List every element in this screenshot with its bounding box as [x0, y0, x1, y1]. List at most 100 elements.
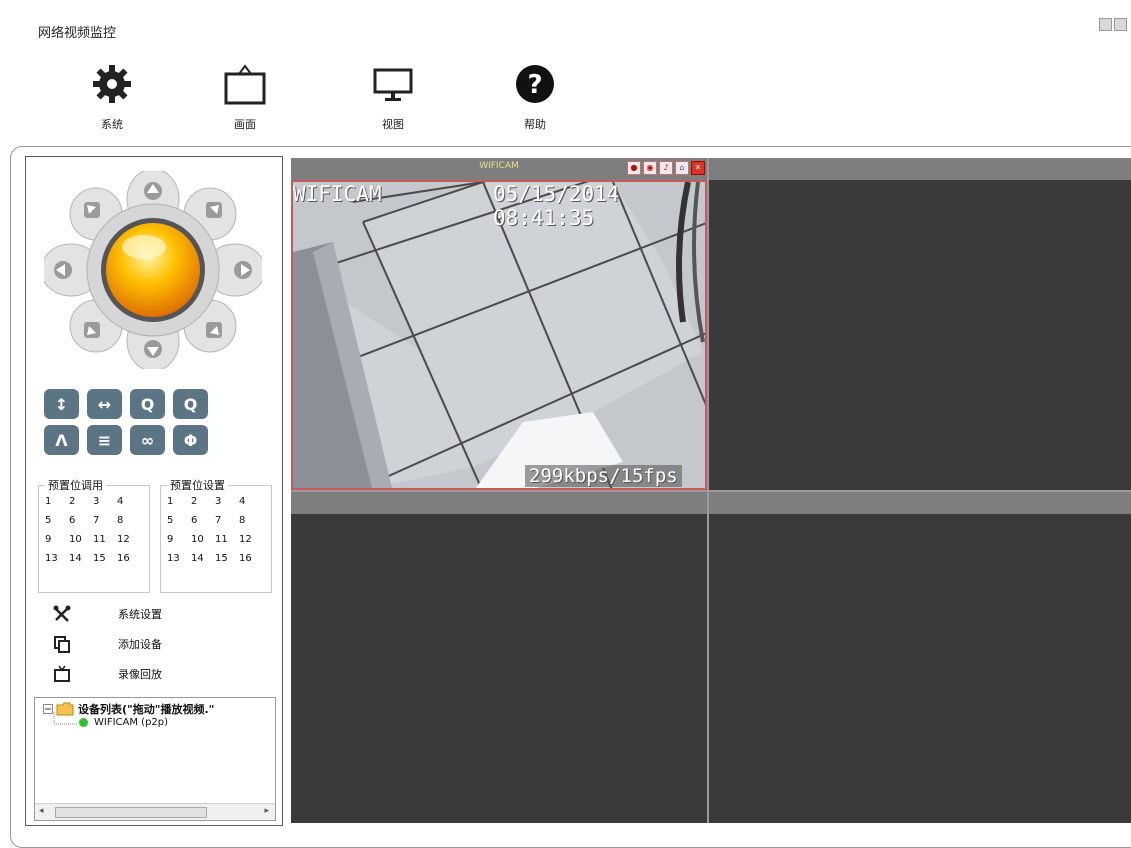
- preset-set-13[interactable]: 13: [167, 553, 191, 564]
- video-cell-4[interactable]: [709, 492, 1131, 823]
- preset-set-group: 预置位设置 1 2 3 4 5 6 7 8 9 10 11 12 13 14 1…: [160, 477, 272, 593]
- zoom-in-button[interactable]: Q: [173, 389, 208, 419]
- ptz-up-right-icon[interactable]: [206, 202, 222, 218]
- grid-divider-horizontal: [291, 490, 1131, 492]
- preset-set-5[interactable]: 5: [167, 515, 191, 526]
- device-tree-root-label: 设备列表("拖动"播放视频.": [78, 703, 215, 716]
- preset-set-3[interactable]: 3: [215, 496, 239, 507]
- focus-button[interactable]: Φ: [173, 425, 208, 455]
- flip-horizontal-button[interactable]: ↔: [87, 389, 122, 419]
- toolbar-system-button[interactable]: 系统: [72, 62, 152, 132]
- snapshot-icon[interactable]: ◉: [643, 161, 657, 175]
- window-title: 网络视频监控: [38, 26, 117, 41]
- video-cell-3[interactable]: [291, 492, 707, 823]
- ptz-down-left-icon[interactable]: [84, 322, 100, 338]
- video-grid: WIFICAM ● ◉ ♪ ⌂ ✕ WIFICAM 05/15/2014 08:…: [291, 158, 1131, 823]
- gear-icon: [93, 65, 131, 103]
- video-cell-4-header: [709, 492, 1131, 514]
- osd-datetime: 05/15/2014 08:41:35: [493, 182, 620, 230]
- menu-playback-label: 录像回放: [118, 668, 162, 681]
- preset-set-title: 预置位设置: [167, 477, 228, 493]
- preset-set-16[interactable]: 16: [239, 553, 263, 564]
- flip-vertical-button[interactable]: ↕: [44, 389, 79, 419]
- preset-call-7[interactable]: 7: [93, 515, 117, 526]
- ptz-left-icon[interactable]: [54, 261, 72, 279]
- focus-icon: Φ: [183, 430, 198, 450]
- monitor-icon: [373, 68, 413, 101]
- preset-call-8[interactable]: 8: [117, 515, 141, 526]
- preset-call-4[interactable]: 4: [117, 496, 141, 507]
- ptz-direction-pad: [44, 171, 262, 369]
- preset-set-8[interactable]: 8: [239, 515, 263, 526]
- scroll-right-icon[interactable]: ▸: [264, 806, 269, 816]
- preset-call-14[interactable]: 14: [69, 553, 93, 564]
- record-icon[interactable]: ●: [627, 161, 641, 175]
- help-icon: ?: [516, 65, 554, 103]
- preset-call-2[interactable]: 2: [69, 496, 93, 507]
- toolbar-view-label: 视图: [382, 118, 404, 131]
- preset-call-12[interactable]: 12: [117, 534, 141, 545]
- cruise-horizontal-button[interactable]: ≡: [87, 425, 122, 455]
- preset-call-1[interactable]: 1: [45, 496, 69, 507]
- preset-call-13[interactable]: 13: [45, 553, 69, 564]
- toolbar-view-button[interactable]: 视图: [353, 62, 433, 132]
- ptz-control-buttons: ↕ ↔ Q Q Λ ≡ ∞ Φ: [44, 389, 208, 455]
- maximize-button[interactable]: [1114, 18, 1127, 31]
- preset-set-12[interactable]: 12: [239, 534, 263, 545]
- menu-add-device[interactable]: 添加设备: [52, 635, 162, 653]
- device-tree: 设备列表("拖动"播放视频." WIFICAM (p2p) ◂ ▸: [34, 697, 276, 821]
- preset-set-2[interactable]: 2: [191, 496, 215, 507]
- preset-set-10[interactable]: 10: [191, 534, 215, 545]
- menu-system-settings[interactable]: 系统设置: [52, 605, 162, 623]
- camera-toolbar: ● ◉ ♪ ⌂ ✕: [627, 161, 705, 175]
- menu-playback[interactable]: 录像回放: [52, 665, 162, 683]
- osd-camera-name: WIFICAM: [293, 182, 382, 206]
- video-cell-1[interactable]: WIFICAM ● ◉ ♪ ⌂ ✕ WIFICAM 05/15/2014 08:…: [291, 158, 707, 490]
- ptz-up-left-icon[interactable]: [84, 202, 100, 218]
- home-icon[interactable]: ⌂: [675, 161, 689, 175]
- preset-set-7[interactable]: 7: [215, 515, 239, 526]
- cruise-all-button[interactable]: ∞: [130, 425, 165, 455]
- preset-call-6[interactable]: 6: [69, 515, 93, 526]
- toolbar-help-button[interactable]: ? 帮助: [495, 62, 575, 132]
- video-cell-2[interactable]: [709, 158, 1131, 490]
- cruise-vertical-button[interactable]: Λ: [44, 425, 79, 455]
- preset-set-14[interactable]: 14: [191, 553, 215, 564]
- zoom-out-button[interactable]: Q: [130, 389, 165, 419]
- preset-set-9[interactable]: 9: [167, 534, 191, 545]
- preset-set-11[interactable]: 11: [215, 534, 239, 545]
- osd-bitrate: 299kbps/15fps: [525, 465, 682, 487]
- minimize-button[interactable]: [1099, 18, 1112, 31]
- video-cell-3-header: [291, 492, 707, 514]
- preset-call-9[interactable]: 9: [45, 534, 69, 545]
- left-control-panel: ↕ ↔ Q Q Λ ≡ ∞ Φ 预置位调用 1 2 3 4 5 6 7 8 9 …: [25, 156, 283, 826]
- horizontal-scrollbar[interactable]: ◂ ▸: [35, 803, 275, 820]
- preset-call-16[interactable]: 16: [117, 553, 141, 564]
- preset-set-15[interactable]: 15: [215, 553, 239, 564]
- video-cell-1-header: WIFICAM ● ◉ ♪ ⌂ ✕: [291, 158, 707, 180]
- toolbar-system-label: 系统: [101, 118, 123, 131]
- ptz-down-icon[interactable]: [144, 340, 162, 358]
- audio-icon[interactable]: ♪: [659, 161, 673, 175]
- preset-call-10[interactable]: 10: [69, 534, 93, 545]
- cruise-horizontal-icon: ≡: [97, 430, 112, 450]
- add-device-icon: [52, 635, 72, 653]
- ptz-down-right-icon[interactable]: [206, 322, 222, 338]
- preset-set-6[interactable]: 6: [191, 515, 215, 526]
- toolbar-layout-button[interactable]: 画面: [205, 62, 285, 132]
- preset-call-15[interactable]: 15: [93, 553, 117, 564]
- preset-call-group: 预置位调用 1 2 3 4 5 6 7 8 9 10 11 12 13 14 1…: [38, 477, 150, 593]
- close-icon[interactable]: ✕: [691, 161, 705, 175]
- preset-call-5[interactable]: 5: [45, 515, 69, 526]
- ptz-right-icon[interactable]: [234, 261, 252, 279]
- scrollbar-thumb[interactable]: [55, 807, 207, 818]
- device-item-wificam[interactable]: WIFICAM (p2p): [79, 717, 168, 728]
- scroll-left-icon[interactable]: ◂: [39, 806, 44, 816]
- collapse-icon[interactable]: [43, 704, 53, 714]
- preset-call-3[interactable]: 3: [93, 496, 117, 507]
- preset-set-4[interactable]: 4: [239, 496, 263, 507]
- ptz-up-icon[interactable]: [144, 182, 162, 200]
- device-item-label: WIFICAM (p2p): [94, 717, 169, 728]
- preset-set-1[interactable]: 1: [167, 496, 191, 507]
- preset-call-11[interactable]: 11: [93, 534, 117, 545]
